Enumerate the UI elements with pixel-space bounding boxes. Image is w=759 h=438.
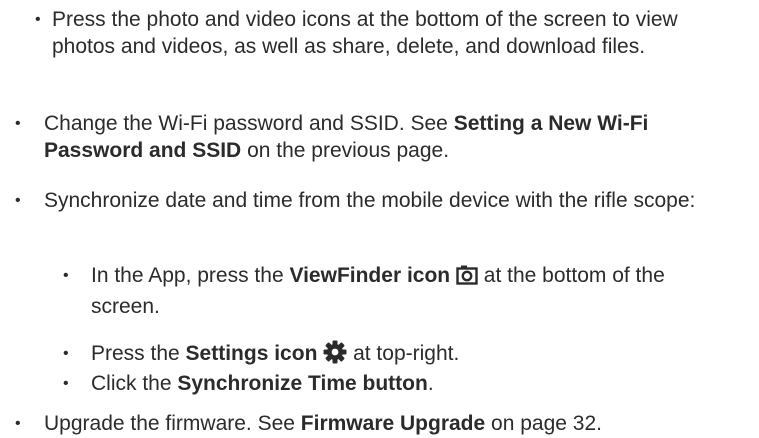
list-item-change-wifi: • Change the Wi-Fi password and SSID. Se… [15, 110, 744, 164]
bullet-marker: • [63, 345, 69, 362]
list-item-text: Press the Settings icon at top-right. [91, 340, 731, 371]
text-run: Change the Wi-Fi password and SSID. See [44, 112, 454, 135]
list-item-text: Change the Wi-Fi password and SSID. See … [44, 110, 734, 164]
bullet-marker: • [35, 11, 41, 28]
text-run: Press the [91, 342, 186, 365]
gear-icon [323, 340, 347, 371]
list-item-view-photos: • Press the photo and video icons at the… [35, 6, 732, 60]
list-item-text: Upgrade the firmware. See Firmware Upgra… [44, 410, 734, 437]
list-item-settings: • Press the Settings icon at top-right. [63, 340, 731, 371]
text-run: Synchronize date and time from the mobil… [44, 189, 696, 212]
text-run: Click the [91, 372, 178, 395]
synchronize-time-button-label: Synchronize Time button [177, 372, 428, 395]
text-run: In the App, press the [91, 264, 290, 287]
text-run: Upgrade the firmware. See [44, 412, 301, 435]
text-run: Press the photo and video icons at the b… [52, 8, 678, 58]
settings-icon-label: Settings icon [185, 342, 318, 365]
list-item-text: In the App, press the ViewFinder icon at… [91, 262, 731, 320]
bullet-marker: • [63, 375, 69, 392]
bullet-marker: • [15, 115, 21, 132]
list-item-viewfinder: • In the App, press the ViewFinder icon … [63, 262, 731, 320]
list-item-sync-button: • Click the Synchronize Time button. [63, 370, 731, 397]
list-item-firmware: • Upgrade the firmware. See Firmware Upg… [15, 410, 744, 437]
list-item-text: Click the Synchronize Time button. [91, 370, 731, 397]
bullet-marker: • [15, 415, 21, 432]
document-page: • Press the photo and video icons at the… [0, 0, 759, 438]
reference-link-firmware-upgrade[interactable]: Firmware Upgrade [301, 412, 485, 435]
camera-icon [456, 264, 478, 293]
text-run: at top-right. [347, 342, 460, 365]
bullet-marker: • [63, 267, 69, 284]
bullet-marker: • [15, 192, 21, 209]
text-run: . [427, 372, 434, 395]
list-item-text: Synchronize date and time from the mobil… [44, 187, 734, 214]
viewfinder-icon-label: ViewFinder icon [289, 264, 451, 287]
text-run: on page 32. [485, 412, 602, 435]
list-item-text: Press the photo and video icons at the b… [52, 6, 702, 60]
list-item-sync-time: • Synchronize date and time from the mob… [15, 187, 744, 214]
text-run: on the previous page. [241, 139, 450, 162]
